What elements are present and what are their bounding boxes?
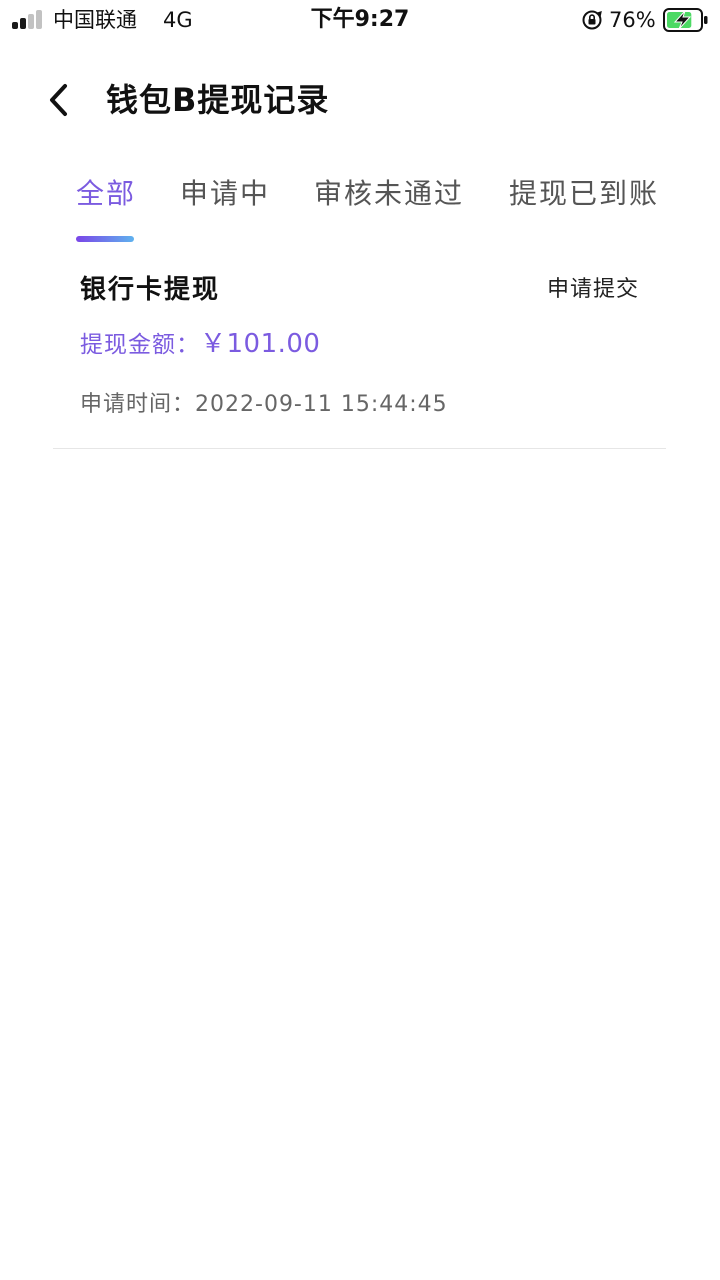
- tab-applying[interactable]: 申请中: [180, 174, 270, 214]
- amount-label: 提现金额：: [80, 332, 200, 358]
- tab-received[interactable]: 提现已到账: [509, 174, 659, 214]
- time-label: 申请时间：: [80, 392, 196, 417]
- tab-all[interactable]: 全部: [76, 174, 136, 214]
- orientation-lock-icon: [582, 10, 602, 30]
- tab-rejected[interactable]: 审核未通过: [314, 174, 464, 214]
- withdraw-type: 银行卡提现: [80, 275, 221, 305]
- filter-tabs: 全部 申请中 审核未通过 提现已到账: [0, 170, 720, 250]
- back-button[interactable]: [36, 78, 80, 122]
- time-value: 2022-09-11 15:44:45: [195, 392, 448, 417]
- page-title: 钱包B提现记录: [106, 81, 330, 119]
- list-item[interactable]: 银行卡提现 申请提交 提现金额：￥101.00 申请时间：2022-09-11 …: [53, 258, 666, 449]
- active-tab-indicator: [76, 236, 134, 242]
- withdraw-amount: 提现金额：￥101.00: [80, 326, 320, 363]
- battery-charging-icon: [663, 8, 708, 32]
- amount-value: ￥101.00: [200, 329, 321, 359]
- chevron-left-icon: [50, 84, 67, 116]
- apply-time: 申请时间：2022-09-11 15:44:45: [80, 388, 448, 422]
- status-badge: 申请提交: [546, 277, 639, 302]
- battery-percentage: 76%: [609, 8, 656, 32]
- status-bar: 中国联通 4G 下午9:27 76%: [0, 0, 720, 40]
